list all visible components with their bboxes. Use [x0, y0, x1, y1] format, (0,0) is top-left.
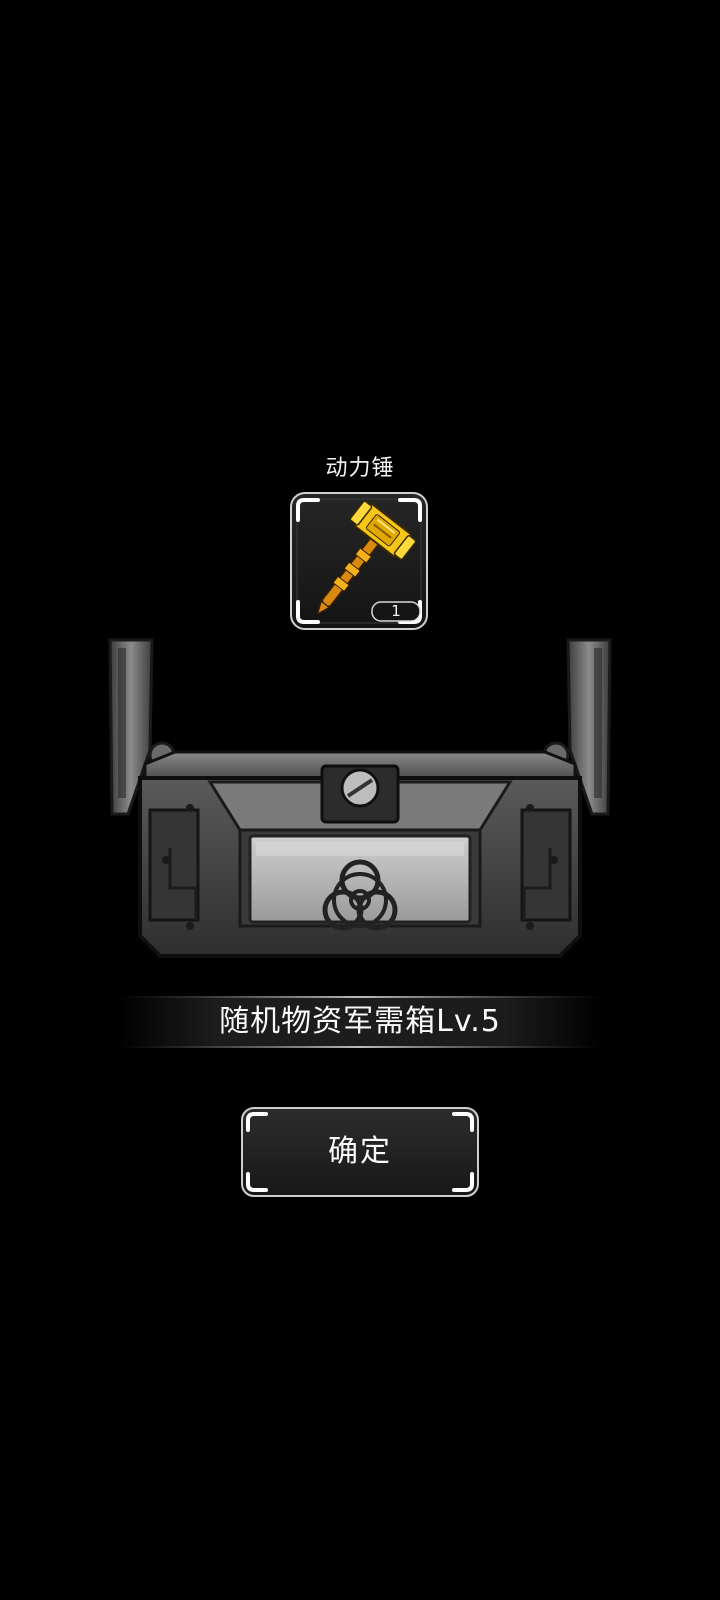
crate-title: 随机物资军需箱Lv.5 [219, 1004, 501, 1039]
biohazard-crate-icon [108, 638, 612, 958]
item-count: 1 [391, 602, 401, 620]
reward-item-card[interactable]: 1 [288, 490, 430, 632]
reward-item-name: 动力锤 [325, 456, 395, 481]
confirm-button[interactable]: 确定 [240, 1106, 480, 1198]
supply-crate [0, 630, 720, 980]
confirm-button-label: 确定 [328, 1134, 392, 1169]
crate-title-bar: 随机物资军需箱Lv.5 [118, 994, 602, 1052]
